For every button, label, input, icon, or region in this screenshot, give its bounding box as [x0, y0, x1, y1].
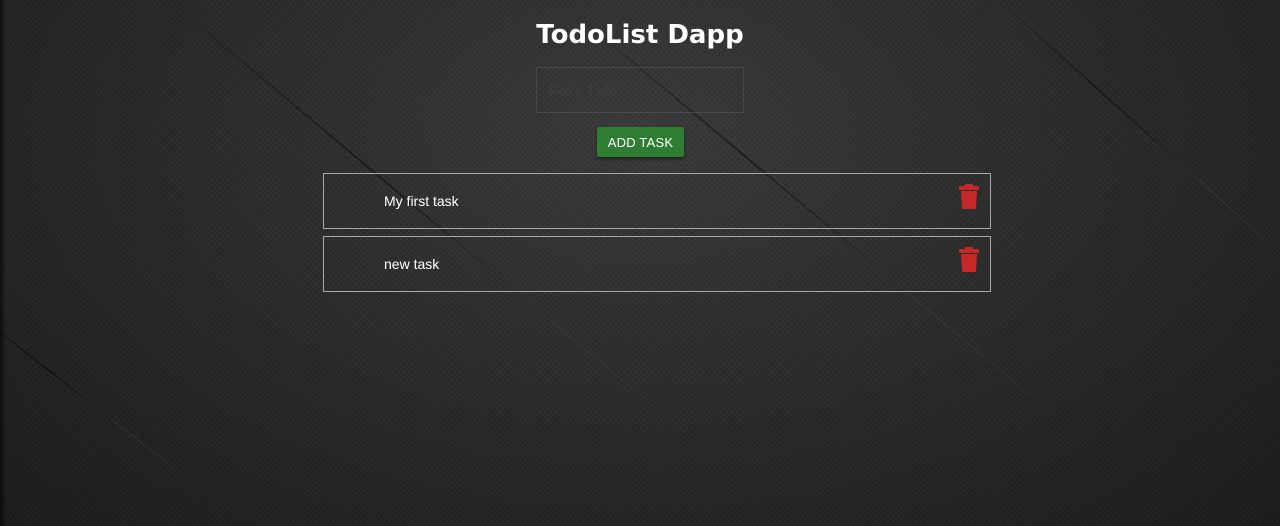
add-task-button[interactable]: ADD TASK — [597, 127, 684, 157]
trash-icon[interactable] — [958, 247, 980, 273]
task-item: new task — [323, 236, 991, 292]
task-item: My first task — [323, 173, 991, 229]
page-title: TodoList Dapp — [536, 20, 744, 50]
todo-input[interactable] — [536, 67, 744, 113]
background-edge-shadow — [0, 0, 6, 526]
task-label: new task — [384, 256, 440, 272]
task-label: My first task — [384, 193, 459, 209]
background-scratch — [0, 300, 213, 499]
trash-icon[interactable] — [958, 184, 980, 210]
